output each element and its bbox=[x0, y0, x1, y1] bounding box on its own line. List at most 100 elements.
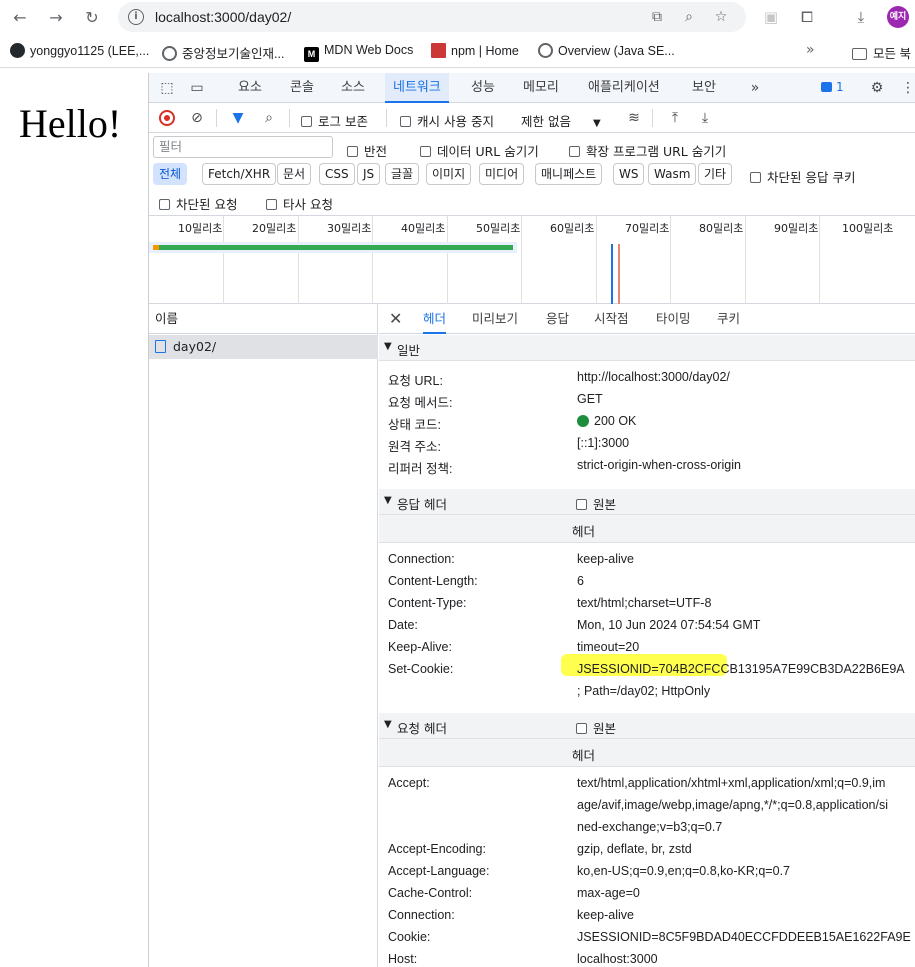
tab-application[interactable]: 애플리케이션 bbox=[588, 73, 660, 103]
filter-funnel-icon[interactable]: ▼ bbox=[229, 109, 247, 127]
folder-icon bbox=[852, 48, 867, 60]
document-icon bbox=[155, 340, 166, 353]
type-filter-doc[interactable]: 문서 bbox=[277, 163, 312, 185]
throttle-select[interactable]: 제한 없음 ▼ bbox=[521, 111, 601, 130]
hide-extension-urls-checkbox[interactable]: 확장 프로그램 URL 숨기기 bbox=[569, 141, 726, 160]
tab-headers[interactable]: 헤더 bbox=[423, 304, 447, 334]
raw-checkbox[interactable]: 원본 bbox=[576, 494, 616, 513]
timeline-tick: 30밀리초 bbox=[327, 222, 372, 235]
bookmark-github[interactable]: yonggyo1125 (LEE,... bbox=[10, 43, 149, 61]
tab-initiator[interactable]: 시작점 bbox=[594, 304, 629, 334]
bookmark-jungang[interactable]: 중앙정보기술인재... bbox=[162, 43, 284, 61]
tab-response[interactable]: 응답 bbox=[546, 304, 569, 334]
network-conditions-icon[interactable]: ≋ bbox=[625, 109, 643, 127]
reload-icon[interactable]: ↻ bbox=[80, 6, 104, 30]
zoom-icon[interactable]: ⌕ bbox=[680, 8, 698, 26]
tab-network[interactable]: 네트워크 bbox=[385, 73, 449, 103]
bookmark-star-icon[interactable]: ☆ bbox=[712, 8, 730, 26]
site-info-icon[interactable]: i bbox=[128, 9, 144, 25]
type-filter-font[interactable]: 글꼴 bbox=[385, 163, 420, 185]
type-filter-manifest[interactable]: 매니페스트 bbox=[535, 163, 603, 185]
device-toolbar-icon[interactable]: ▭ bbox=[188, 79, 206, 97]
timeline-tick: 20밀리초 bbox=[252, 222, 297, 235]
github-icon bbox=[10, 43, 25, 58]
network-overview-timeline[interactable]: 10밀리초 20밀리초 30밀리초 40밀리초 50밀리초 60밀리초 70밀리… bbox=[149, 215, 915, 304]
disable-cache-checkbox[interactable]: 캐시 사용 중지 bbox=[400, 111, 494, 130]
name-column-header[interactable]: 이름 bbox=[149, 304, 378, 334]
detail-tabbar: ✕ 헤더 미리보기 응답 시작점 타이밍 쿠키 bbox=[379, 304, 915, 334]
back-icon[interactable]: ← bbox=[8, 6, 32, 30]
more-tabs-icon[interactable]: » bbox=[746, 79, 764, 97]
general-section-header[interactable]: ▼ 일반 bbox=[379, 335, 915, 361]
type-filter-css[interactable]: CSS bbox=[319, 163, 355, 185]
close-icon[interactable]: ✕ bbox=[389, 309, 402, 328]
header-key: Connection: bbox=[388, 908, 455, 922]
tab-performance[interactable]: 성능 bbox=[471, 73, 495, 103]
tab-elements[interactable]: 요소 bbox=[238, 73, 262, 103]
type-filter-img[interactable]: 이미지 bbox=[426, 163, 472, 185]
request-row[interactable]: day02/ bbox=[149, 335, 378, 359]
response-headers-section-header[interactable]: ▼ 응답 헤더 원본 bbox=[379, 489, 915, 515]
filter-row: 필터 반전 데이터 URL 숨기기 확장 프로그램 URL 숨기기 bbox=[149, 133, 915, 163]
more-bookmarks-icon[interactable]: » bbox=[806, 42, 815, 58]
address-bar[interactable]: i localhost:3000/day02/ ⧉ ⌕ ☆ bbox=[118, 2, 746, 32]
filter-input[interactable]: 필터 bbox=[153, 136, 333, 158]
bookmark-npm[interactable]: npm | Home bbox=[431, 43, 519, 61]
bookmark-mdn[interactable]: M MDN Web Docs bbox=[304, 43, 413, 62]
timeline-tick: 80밀리초 bbox=[699, 222, 744, 235]
load-event-line bbox=[618, 244, 620, 304]
export-har-icon[interactable]: ⤓ bbox=[696, 109, 714, 127]
forward-icon[interactable]: → bbox=[44, 6, 68, 30]
triangle-down-icon: ▼ bbox=[384, 341, 392, 352]
download-icon[interactable]: ⤓ bbox=[850, 6, 872, 28]
type-filter-all[interactable]: 전체 bbox=[153, 163, 188, 185]
header-value: JSESSIONID=8C5F9BDAD40ECCFDDEEB15AE1622F… bbox=[577, 930, 911, 944]
settings-gear-icon[interactable]: ⚙ bbox=[868, 79, 886, 97]
extension-placeholder-icon[interactable]: ▣ bbox=[760, 6, 782, 28]
tab-memory[interactable]: 메모리 bbox=[523, 73, 559, 103]
type-filter-media[interactable]: 미디어 bbox=[479, 163, 525, 185]
header-value: gzip, deflate, br, zstd bbox=[577, 842, 692, 856]
tab-security[interactable]: 보안 bbox=[692, 73, 716, 103]
invert-checkbox[interactable]: 반전 bbox=[347, 141, 387, 160]
timeline-tick: 100밀리초 bbox=[842, 222, 894, 235]
timeline-tick: 10밀리초 bbox=[178, 222, 223, 235]
type-filter-ws[interactable]: WS bbox=[613, 163, 645, 185]
tab-sources[interactable]: 소스 bbox=[341, 73, 365, 103]
raw-checkbox[interactable]: 원본 bbox=[576, 718, 616, 737]
type-filter-other[interactable]: 기타 bbox=[698, 163, 733, 185]
preserve-log-checkbox[interactable]: 로그 보존 bbox=[301, 111, 368, 130]
hide-data-urls-checkbox[interactable]: 데이터 URL 숨기기 bbox=[420, 141, 539, 160]
message-icon bbox=[821, 82, 832, 92]
issues-badge[interactable]: 1 bbox=[821, 80, 844, 94]
tab-console[interactable]: 콘솔 bbox=[290, 73, 314, 103]
header-key: Content-Type: bbox=[388, 596, 467, 610]
import-har-icon[interactable]: ⤒ bbox=[666, 109, 684, 127]
type-filter-fetch[interactable]: Fetch/XHR bbox=[202, 163, 277, 185]
tab-preview[interactable]: 미리보기 bbox=[472, 304, 518, 334]
profile-avatar[interactable]: 예지 bbox=[887, 6, 909, 28]
search-icon[interactable]: ⌕ bbox=[260, 109, 278, 127]
general-value: GET bbox=[577, 392, 603, 406]
type-filter-wasm[interactable]: Wasm bbox=[648, 163, 697, 185]
blocked-response-cookies-checkbox[interactable]: 차단된 응답 쿠키 bbox=[750, 167, 855, 186]
request-headers-section-header[interactable]: ▼ 요청 헤더 원본 bbox=[379, 713, 915, 739]
type-filter-js[interactable]: JS bbox=[357, 163, 381, 185]
address-url[interactable]: localhost:3000/day02/ bbox=[155, 9, 291, 25]
tab-cookies[interactable]: 쿠키 bbox=[717, 304, 740, 334]
divider bbox=[289, 109, 290, 127]
npm-icon bbox=[431, 43, 446, 58]
blocked-requests-checkbox[interactable]: 차단된 요청 bbox=[159, 194, 237, 213]
inspect-element-icon[interactable]: ⬚ bbox=[158, 79, 176, 97]
bookmark-java[interactable]: Overview (Java SE... bbox=[538, 43, 675, 61]
extensions-icon[interactable]: ⧠ bbox=[796, 6, 818, 28]
translate-icon[interactable]: ⧉ bbox=[648, 8, 666, 26]
header-key: Connection: bbox=[388, 552, 455, 566]
third-party-checkbox[interactable]: 타사 요청 bbox=[266, 194, 333, 213]
clear-icon[interactable]: ⊘ bbox=[188, 109, 206, 127]
record-stop-icon[interactable] bbox=[159, 110, 175, 126]
timeline-tick: 50밀리초 bbox=[476, 222, 521, 235]
tab-timing[interactable]: 타이밍 bbox=[656, 304, 691, 334]
kebab-menu-icon[interactable]: ⋮ bbox=[899, 79, 915, 97]
all-bookmarks-folder[interactable]: 모든 북 bbox=[852, 43, 911, 62]
